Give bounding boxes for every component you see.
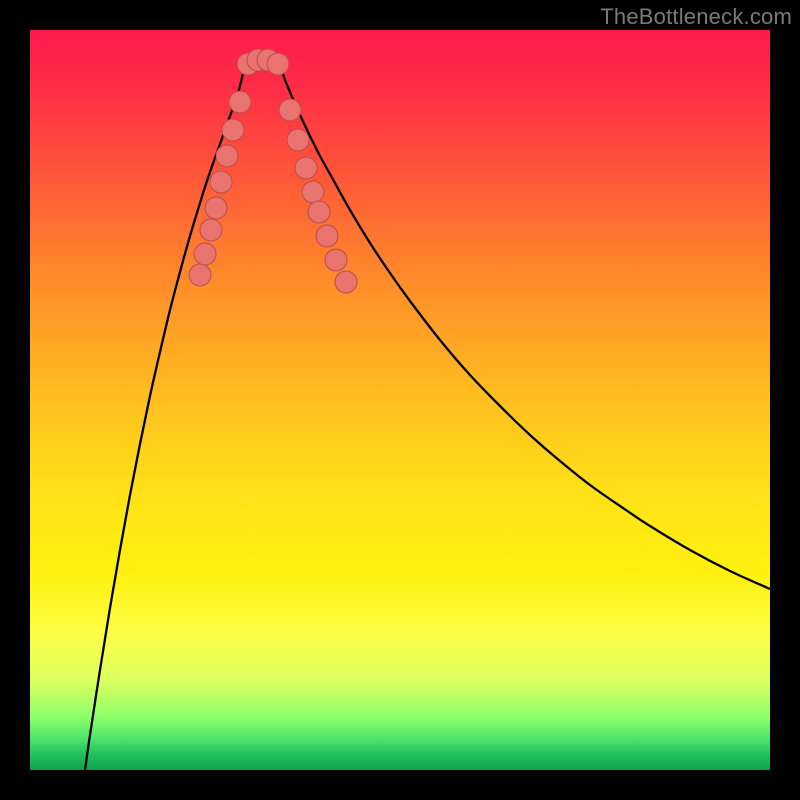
chart-svg: [30, 30, 770, 770]
marker-dot: [222, 119, 244, 141]
marker-dot: [194, 243, 216, 265]
marker-dot: [267, 53, 289, 75]
marker-dot: [200, 219, 222, 241]
marker-dot: [216, 145, 238, 167]
curve-layer: [85, 52, 770, 770]
curve-right: [280, 65, 770, 589]
marker-dot: [316, 225, 338, 247]
marker-dot: [302, 181, 324, 203]
watermark-text: TheBottleneck.com: [600, 4, 792, 30]
marker-dot: [335, 271, 357, 293]
marker-dot: [189, 264, 211, 286]
marker-dot: [308, 201, 330, 223]
marker-dot: [279, 99, 301, 121]
marker-dot: [325, 249, 347, 271]
marker-dot: [287, 129, 309, 151]
marker-dot: [210, 171, 232, 193]
marker-dot: [229, 91, 251, 113]
marker-dot: [295, 157, 317, 179]
marker-layer: [189, 49, 357, 293]
marker-dot: [205, 197, 227, 219]
